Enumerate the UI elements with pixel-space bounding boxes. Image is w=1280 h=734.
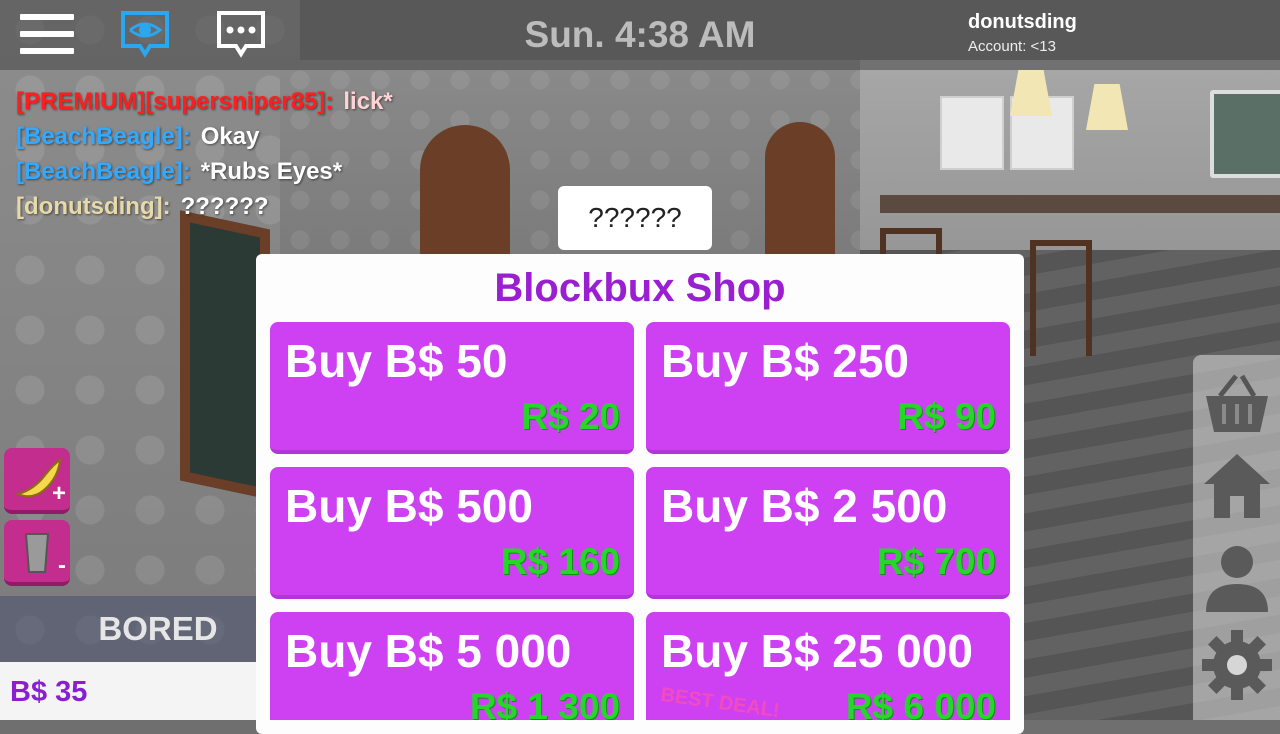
gear-icon[interactable] [1198, 626, 1276, 704]
buy-offer-button[interactable]: Buy B$ 50 R$ 20 [270, 322, 634, 454]
chat-toggle-icon[interactable] [120, 10, 170, 60]
chat-bubble-icon[interactable] [216, 10, 266, 60]
chat-message: [BeachBeagle]: *Rubs Eyes* [16, 154, 393, 189]
door [420, 125, 510, 265]
kitchen-counter [880, 195, 1280, 213]
buy-offer-button[interactable]: Buy B$ 500 R$ 160 [270, 467, 634, 599]
offer-label: Buy B$ 25 000 [661, 625, 973, 677]
best-deal-badge: BEST DEAL! [659, 683, 782, 720]
offer-price: R$ 6 000 [845, 686, 996, 720]
chat-author: [BeachBeagle]: [16, 158, 191, 185]
chat-text: *Rubs Eyes* [200, 158, 343, 185]
buy-offer-button[interactable]: Buy B$ 2 500 R$ 700 [646, 467, 1010, 599]
offer-price: R$ 1 300 [469, 686, 620, 720]
blockbux-balance: B$ 35 [10, 676, 88, 708]
offer-price: R$ 700 [876, 541, 996, 582]
hunger-need-button[interactable]: + [4, 448, 70, 514]
need-minus: - [58, 552, 66, 579]
offer-label: Buy B$ 50 [285, 335, 508, 387]
basket-icon[interactable] [1198, 366, 1276, 444]
chat-message: [donutsding]:?????? [16, 189, 393, 224]
kitchen-cabinet [940, 96, 1004, 170]
username: donutsding [968, 11, 1077, 33]
offer-price: R$ 20 [521, 396, 620, 437]
offer-label: Buy B$ 500 [285, 480, 534, 532]
buy-offer-button[interactable]: Buy B$ 5 000 R$ 1 300 [270, 612, 634, 720]
chat-log: [PREMIUM][supersniper85]: lick* [BeachBea… [16, 84, 393, 224]
chat-text: ?????? [180, 193, 269, 220]
chat-author: [donutsding]: [16, 193, 171, 220]
offer-label: Buy B$ 250 [661, 335, 910, 387]
account-age: Account: <13 [968, 38, 1056, 55]
offer-price: R$ 160 [500, 541, 620, 582]
kitchen-window [1210, 90, 1280, 178]
chat-text: lick* [343, 88, 393, 115]
speech-bubble: ?????? [558, 186, 712, 250]
need-plus: + [51, 480, 66, 507]
offer-price: R$ 90 [897, 396, 996, 437]
buy-offer-button[interactable]: Buy B$ 250 R$ 90 [646, 322, 1010, 454]
chat-author: [BeachBeagle]: [16, 123, 191, 150]
chat-author: [PREMIUM][supersniper85]: [16, 88, 334, 115]
mood-label: BORED [98, 610, 218, 647]
offer-label: Buy B$ 5 000 [285, 625, 572, 677]
chair [1030, 240, 1092, 356]
menu-icon[interactable] [20, 12, 76, 58]
person-icon[interactable] [1198, 538, 1276, 616]
chat-text: Okay [200, 123, 260, 150]
door [765, 122, 835, 262]
thirst-need-button[interactable]: - [4, 520, 70, 586]
buy-offer-button[interactable]: Buy B$ 25 000 BEST DEAL! R$ 6 000 [646, 612, 1010, 720]
game-clock: Sun. 4:38 AM [524, 14, 756, 55]
chat-message: [BeachBeagle]: Okay [16, 119, 393, 154]
shop-title: Blockbux Shop [494, 266, 786, 310]
chat-message: [PREMIUM][supersniper85]: lick* [16, 84, 393, 119]
offer-label: Buy B$ 2 500 [661, 480, 948, 532]
home-icon[interactable] [1198, 446, 1276, 524]
